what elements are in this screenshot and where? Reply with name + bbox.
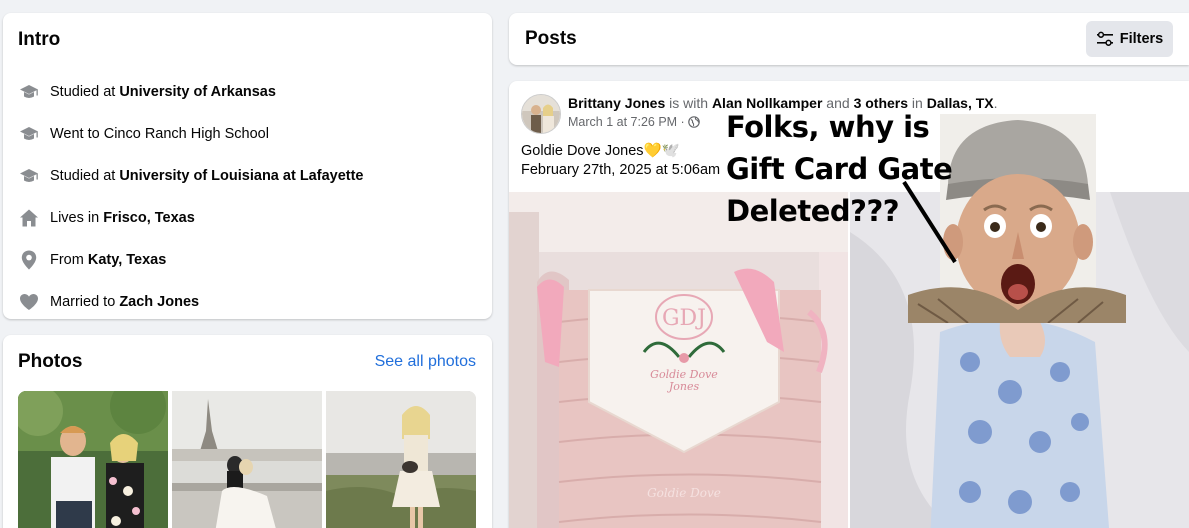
post-image[interactable]: GDJ Goldie Dove Jones Goldie Dove (509, 192, 848, 528)
post-timestamp[interactable]: March 1 at 7:26 PM (568, 115, 677, 129)
intro-title: Intro (18, 29, 61, 50)
intro-item-link[interactable]: Katy, Texas (88, 252, 166, 268)
photos-title: Photos (18, 351, 83, 372)
photo-thumbnail[interactable] (326, 391, 476, 528)
intro-item-link[interactable]: University of Arkansas (119, 84, 276, 100)
post-period: . (993, 95, 998, 111)
posts-header: Posts Filters (509, 13, 1189, 65)
intro-item-education-2: Went to Cinco Ranch High School (18, 122, 269, 146)
svg-text:Goldie Dove: Goldie Dove (647, 486, 721, 500)
post-with-text: is with (665, 95, 712, 111)
avatar[interactable] (521, 94, 561, 134)
intro-item-education-1: Studied at University of Arkansas (18, 80, 276, 104)
filters-icon (1096, 31, 1120, 47)
intro-card: Intro Studied at University of Arkansas … (3, 13, 492, 319)
see-all-photos-link[interactable]: See all photos (375, 353, 476, 371)
intro-item-link[interactable]: Frisco, Texas (103, 210, 195, 226)
intro-item-prefix: Studied at (50, 168, 120, 184)
filters-button[interactable]: Filters (1086, 21, 1173, 57)
meme-caption-line: Deleted??? (726, 194, 900, 228)
intro-item-link[interactable]: Zach Jones (119, 294, 199, 310)
svg-text:Jones: Jones (667, 380, 700, 393)
post-text-line: Goldie Dove Jones💛🕊️ (521, 143, 680, 159)
post-meta: March 1 at 7:26 PM · (568, 115, 700, 129)
intro-item-relationship: Married to Zach Jones (18, 290, 199, 314)
intro-item-prefix: Went to Cinco Ranch High School (50, 126, 269, 142)
posts-title: Posts (525, 28, 577, 49)
location-pin-icon (18, 249, 40, 271)
graduation-cap-icon (18, 123, 40, 145)
intro-item-prefix: Lives in (50, 210, 104, 226)
intro-item-from: From Katy, Texas (18, 248, 166, 272)
intro-item-lives-in: Lives in Frisco, Texas (18, 206, 195, 230)
photo-thumbnail[interactable] (18, 391, 168, 528)
post-meta-separator: · (677, 115, 689, 129)
meme-caption-line: Folks, why is (726, 110, 930, 144)
graduation-cap-icon (18, 165, 40, 187)
heart-icon (18, 291, 40, 313)
intro-item-education-3: Studied at University of Louisiana at La… (18, 164, 363, 188)
filters-label: Filters (1119, 31, 1164, 47)
home-icon (18, 207, 40, 229)
intro-item-prefix: Studied at (50, 84, 120, 100)
svg-text:GDJ: GDJ (662, 306, 706, 331)
post-text-line: February 27th, 2025 at 5:06am (521, 162, 721, 178)
intro-item-prefix: From (50, 252, 88, 268)
meme-caption-line: Gift Card Gate (726, 152, 953, 186)
photo-thumbnail[interactable] (172, 391, 322, 528)
graduation-cap-icon (18, 81, 40, 103)
meme-caption: Folks, why is Gift Card Gate Deleted??? (726, 106, 966, 232)
intro-item-prefix: Married to (50, 294, 120, 310)
intro-item-link[interactable]: University of Louisiana at Lafayette (119, 168, 363, 184)
photos-card: Photos See all photos (3, 335, 492, 528)
globe-icon (688, 116, 700, 128)
post-author-name[interactable]: Brittany Jones (568, 95, 665, 111)
